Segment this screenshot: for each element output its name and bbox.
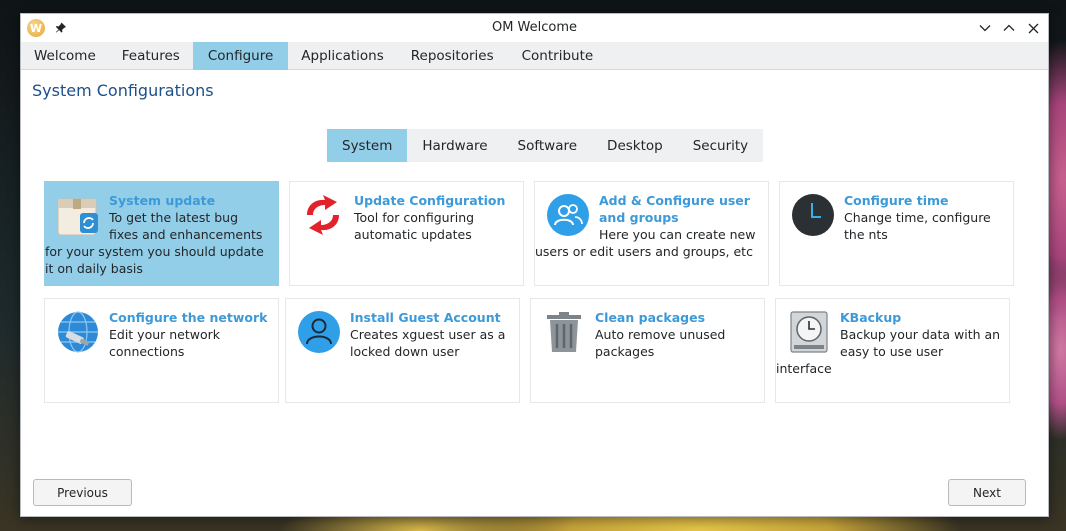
card-description: Tool for configuring automatic updates: [354, 210, 475, 242]
main-tab-bar: Welcome Features Configure Applications …: [21, 42, 1048, 70]
close-button[interactable]: [1024, 19, 1042, 37]
package-update-icon: [55, 192, 101, 238]
card-description: Edit your network connections: [109, 327, 221, 359]
subtab-hardware[interactable]: Hardware: [407, 129, 502, 162]
tab-configure[interactable]: Configure: [192, 42, 289, 70]
subtab-system[interactable]: System: [327, 129, 408, 162]
network-globe-icon: [55, 309, 101, 355]
subtab-desktop[interactable]: Desktop: [592, 129, 678, 162]
window-title: OM Welcome: [491, 20, 578, 35]
card-description: Creates xguest user as a locked down use…: [350, 327, 506, 359]
trash-icon: [541, 309, 587, 355]
tab-features[interactable]: Features: [109, 42, 193, 70]
card-system-update[interactable]: System update To get the latest bug fixe…: [44, 181, 279, 286]
page-title: System Configurations: [32, 81, 214, 100]
minimize-button[interactable]: [976, 19, 994, 37]
tab-repositories[interactable]: Repositories: [397, 42, 508, 70]
backup-drive-icon: [786, 309, 832, 355]
card-kbackup[interactable]: KBackup Backup your data with an easy to…: [775, 298, 1010, 403]
card-description: Auto remove unused packages: [595, 327, 726, 359]
card-update-configuration[interactable]: Update Configuration Tool for configurin…: [289, 181, 524, 286]
update-config-icon: [300, 192, 346, 238]
card-description: Change time, configure the nts: [844, 210, 991, 242]
title-bar[interactable]: W OM Welcome: [21, 14, 1048, 42]
previous-button[interactable]: Previous: [33, 479, 132, 506]
tab-welcome[interactable]: Welcome: [21, 42, 109, 70]
guest-user-icon: [296, 309, 342, 355]
card-configure-network[interactable]: Configure the network Edit your network …: [44, 298, 279, 403]
om-welcome-window: W OM Welcome Welcome Features Configure …: [20, 13, 1049, 517]
card-configure-time[interactable]: Configure time Change time, configure th…: [779, 181, 1014, 286]
clock-icon: [790, 192, 836, 238]
maximize-button[interactable]: [1000, 19, 1018, 37]
subtab-security[interactable]: Security: [678, 129, 763, 162]
card-add-configure-users[interactable]: Add & Configure user and groups Here you…: [534, 181, 769, 286]
next-button[interactable]: Next: [948, 479, 1026, 506]
users-icon: [545, 192, 591, 238]
subtab-software[interactable]: Software: [503, 129, 593, 162]
card-install-guest-account[interactable]: Install Guest Account Creates xguest use…: [285, 298, 520, 403]
tab-contribute[interactable]: Contribute: [508, 42, 608, 70]
card-clean-packages[interactable]: Clean packages Auto remove unused packag…: [530, 298, 765, 403]
tab-applications[interactable]: Applications: [288, 42, 396, 70]
sub-tab-bar: System Hardware Software Desktop Securit…: [327, 129, 764, 162]
